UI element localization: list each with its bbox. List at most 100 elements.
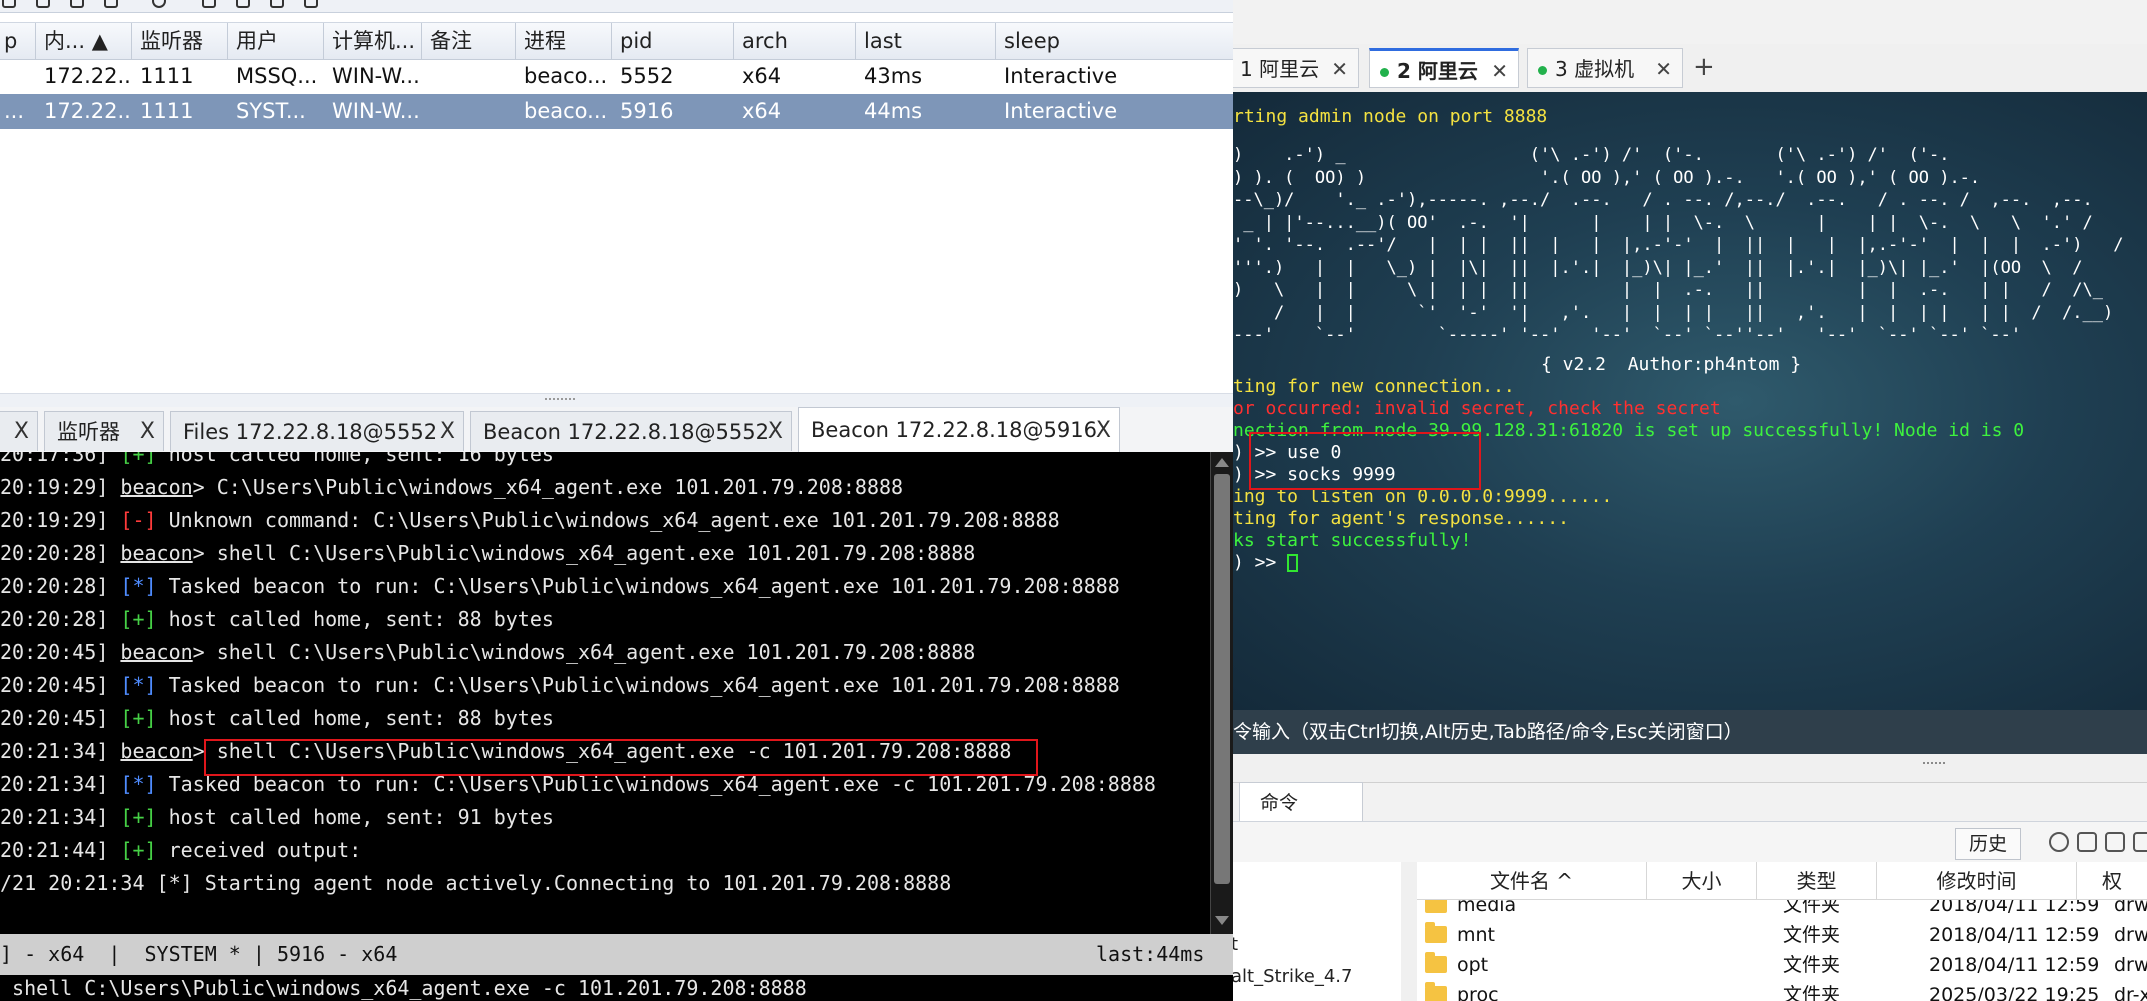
cell-process: beaco... bbox=[524, 99, 608, 123]
col-header-last[interactable]: last bbox=[856, 23, 996, 59]
close-icon[interactable]: X bbox=[140, 412, 155, 452]
close-icon[interactable]: X bbox=[440, 412, 455, 452]
tab-command[interactable]: 命令 bbox=[1239, 782, 1363, 822]
term-line: ting for agent's response...... bbox=[1233, 508, 1569, 529]
list-item[interactable]: opt 文件夹 2018/04/11 12:59 drwx bbox=[1417, 950, 2147, 980]
console-scrollbar[interactable] bbox=[1210, 452, 1233, 934]
console-text: host called home, sent: 88 bytes bbox=[156, 607, 554, 631]
console-line: 20:20:45] [*] Tasked beacon to run: C:\U… bbox=[0, 669, 1120, 702]
tab-files[interactable]: Files 172.22.8.18@5552 X bbox=[170, 411, 464, 451]
cell-sleep: Interactive bbox=[1004, 64, 1118, 88]
col-header-listener[interactable]: 监听器 bbox=[132, 23, 228, 59]
command-input-hint[interactable]: 令输入（双击Ctrl切换,Alt历史,Tab路径/命令,Esc关闭窗口） bbox=[1233, 710, 2147, 754]
col-header-pid[interactable]: pid bbox=[612, 23, 734, 59]
globe-icon[interactable] bbox=[152, 0, 166, 8]
file-name: mnt bbox=[1457, 924, 1495, 946]
col-header-mtime[interactable]: 修改时间 bbox=[1877, 862, 2077, 900]
tab-session-3[interactable]: 3 虚拟机 ✕ bbox=[1527, 48, 1683, 88]
session-tab-bar: 1 阿里云 ✕ 2 阿里云 ✕ 3 虚拟机 ✕ bbox=[1233, 44, 2147, 93]
cell-arch: x64 bbox=[742, 64, 782, 88]
scroll-up-icon[interactable] bbox=[1215, 458, 1229, 467]
terminal[interactable]: rting admin node on port 8888 ) .-') _ (… bbox=[1233, 92, 2147, 710]
toolbar-icon[interactable] bbox=[70, 0, 84, 8]
tab-session-2[interactable]: 2 阿里云 ✕ bbox=[1369, 48, 1519, 88]
console-timestamp: 20:20:28] bbox=[0, 574, 109, 598]
console-tag: [+] bbox=[120, 838, 157, 862]
tab-session-1[interactable]: 1 阿里云 ✕ bbox=[1233, 48, 1359, 88]
console-text: > shell C:\Users\Public\windows_x64_agen… bbox=[192, 541, 976, 565]
console-tag: [*] bbox=[156, 871, 193, 895]
col-header-user[interactable]: 用户 bbox=[228, 23, 324, 59]
toolbar-icon[interactable] bbox=[36, 0, 50, 8]
download-icon[interactable] bbox=[2105, 832, 2125, 852]
cell-sleep: Interactive bbox=[1004, 99, 1118, 123]
ssh-client-window: 1 阿里云 ✕ 2 阿里云 ✕ 3 虚拟机 ✕ + rting admin node … bbox=[1233, 0, 2147, 1001]
refresh-icon[interactable] bbox=[2049, 832, 2069, 852]
console-tag: [*] bbox=[120, 673, 157, 697]
console-line: 20:21:44] [+] received output: bbox=[0, 834, 361, 867]
col-header-perm[interactable]: 权 bbox=[2077, 862, 2147, 900]
console-tab-bar: X 监听器 X Files 172.22.8.18@5552 X Beacon 17… bbox=[0, 407, 1233, 453]
col-header-type[interactable]: 类型 bbox=[1757, 862, 1877, 900]
history-button[interactable]: 历史 bbox=[1955, 828, 2021, 860]
beacon-command-input[interactable]: shell C:\Users\Public\windows_x64_agent.… bbox=[0, 975, 1233, 1001]
toolbar-icon[interactable] bbox=[304, 0, 318, 8]
folder-icon bbox=[1425, 922, 1447, 943]
upload-icon[interactable] bbox=[2077, 832, 2097, 852]
close-icon[interactable]: ✕ bbox=[1655, 49, 1672, 89]
col-header-sleep[interactable]: sleep bbox=[996, 23, 1233, 59]
close-icon[interactable]: X bbox=[1096, 408, 1111, 453]
splitter-grip[interactable] bbox=[545, 398, 575, 404]
toolbar-icon[interactable] bbox=[2, 0, 16, 8]
col-header-note[interactable]: 备注 bbox=[422, 23, 516, 59]
file-name: proc bbox=[1457, 984, 1499, 1001]
add-tab-button[interactable]: + bbox=[1693, 44, 1715, 92]
tab-listeners[interactable]: 监听器 X bbox=[44, 411, 164, 451]
pane-splitter[interactable] bbox=[1233, 754, 2147, 783]
directory-tree: t alt_Strike_4.7 bbox=[1233, 862, 1402, 1001]
close-icon[interactable]: ✕ bbox=[1491, 51, 1508, 91]
connected-dot-icon bbox=[1380, 68, 1389, 77]
toolbar-icon[interactable] bbox=[236, 0, 250, 8]
col-header-process[interactable]: 进程 bbox=[516, 23, 612, 59]
toolbar-icon[interactable] bbox=[104, 0, 118, 8]
tab-beacon-5552[interactable]: Beacon 172.22.8.18@5552 X bbox=[470, 411, 792, 451]
scrollbar-thumb[interactable] bbox=[1214, 474, 1230, 884]
close-icon[interactable]: ✕ bbox=[1331, 49, 1348, 89]
table-row[interactable]: 172.22... 1111 MSSQ... WIN-W... beaco...… bbox=[0, 59, 1233, 94]
col-header-filename[interactable]: 文件名 ^ bbox=[1417, 862, 1647, 900]
toolbar-icon[interactable] bbox=[270, 0, 284, 8]
console-text: host called home, sent: 88 bytes bbox=[156, 706, 554, 730]
col-header-label: 内... bbox=[44, 29, 86, 53]
file-perm: drwx bbox=[2114, 954, 2147, 976]
tree-item[interactable]: alt_Strike_4.7 bbox=[1233, 966, 1352, 987]
console-tag: [+] bbox=[120, 805, 157, 829]
list-item[interactable]: mnt 文件夹 2018/04/11 12:59 drwx bbox=[1417, 920, 2147, 950]
console-timestamp: 20:20:28] bbox=[0, 541, 109, 565]
close-icon[interactable]: X bbox=[768, 412, 783, 452]
tab-label: Beacon 172.22.8.18@5552 bbox=[483, 420, 769, 444]
scroll-down-icon[interactable] bbox=[1215, 916, 1229, 925]
splitter-grip[interactable] bbox=[1923, 762, 1945, 764]
col-header-size[interactable]: 大小 bbox=[1647, 862, 1757, 900]
toolbar-icon[interactable] bbox=[202, 0, 216, 8]
console-line: 20:19:29] beacon> C:\Users\Public\window… bbox=[0, 471, 903, 504]
console-line: 20:21:34] [+] host called home, sent: 91… bbox=[0, 801, 554, 834]
cell-last: 44ms bbox=[864, 99, 923, 123]
file-perm: drwx bbox=[2114, 924, 2147, 946]
tab-partial[interactable]: X bbox=[0, 411, 38, 451]
table-row-selected[interactable]: ... 172.22... 1111 SYST... WIN-W... beac… bbox=[0, 94, 1233, 129]
tree-scrollbar[interactable] bbox=[1401, 862, 1418, 1001]
col-header-internal[interactable]: 内... ▲ bbox=[36, 23, 132, 59]
col-header[interactable]: p bbox=[0, 23, 36, 59]
upload-file-icon[interactable] bbox=[2133, 832, 2147, 852]
beacon-prompt: beacon bbox=[120, 640, 193, 664]
list-item[interactable]: proc 文件夹 2025/03/22 19:25 dr-x bbox=[1417, 980, 2147, 1001]
col-header-computer[interactable]: 计算机... bbox=[324, 23, 422, 59]
col-header-arch[interactable]: arch bbox=[734, 23, 856, 59]
term-line-error: or occurred: invalid secret, check the s… bbox=[1233, 398, 1721, 419]
tree-item[interactable]: t bbox=[1233, 934, 1238, 955]
beacon-console[interactable]: 20:17:36] [+] host called home, sent: 16… bbox=[0, 452, 1210, 934]
tab-beacon-5916[interactable]: Beacon 172.22.8.18@5916 X bbox=[798, 407, 1120, 452]
close-icon[interactable]: X bbox=[14, 412, 29, 452]
